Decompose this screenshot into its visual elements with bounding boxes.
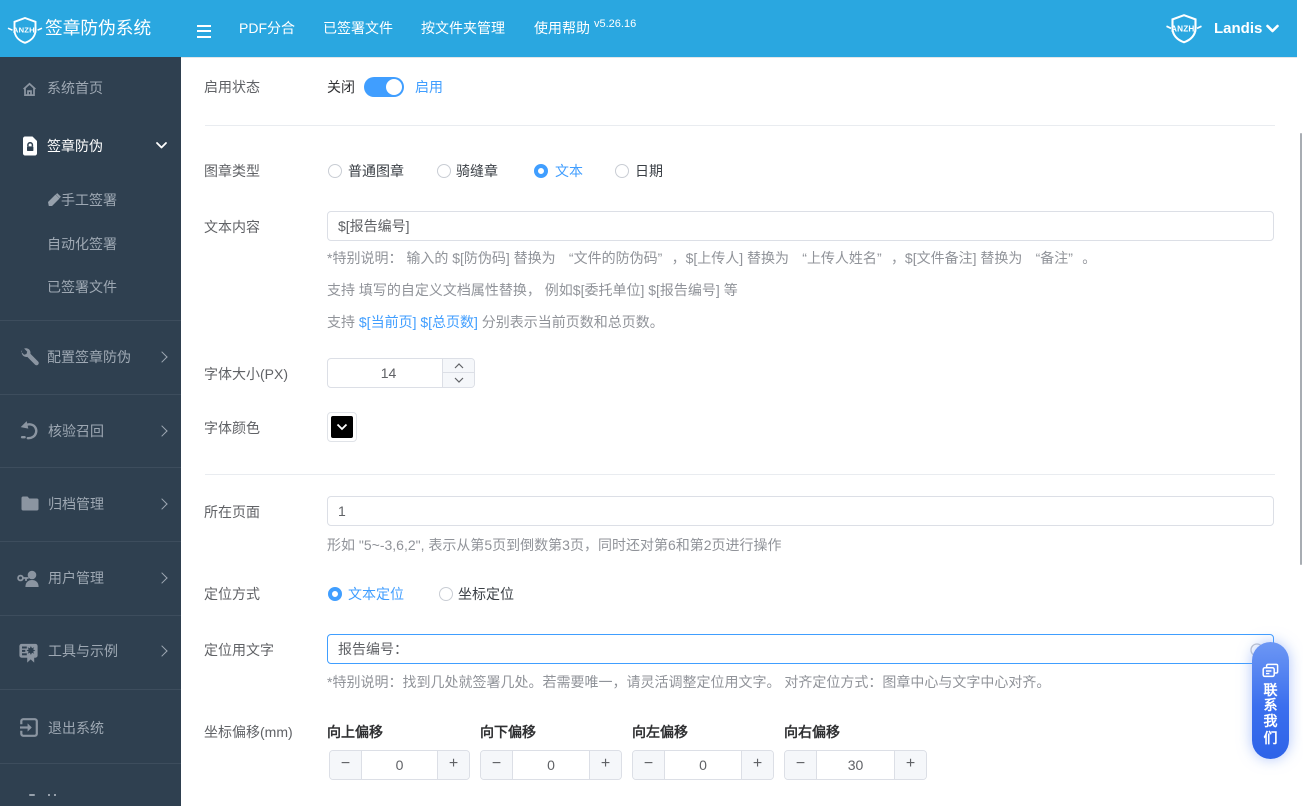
svg-text:ANZHI: ANZHI <box>13 26 37 35</box>
svg-text:ANZHI: ANZHI <box>1171 24 1197 33</box>
